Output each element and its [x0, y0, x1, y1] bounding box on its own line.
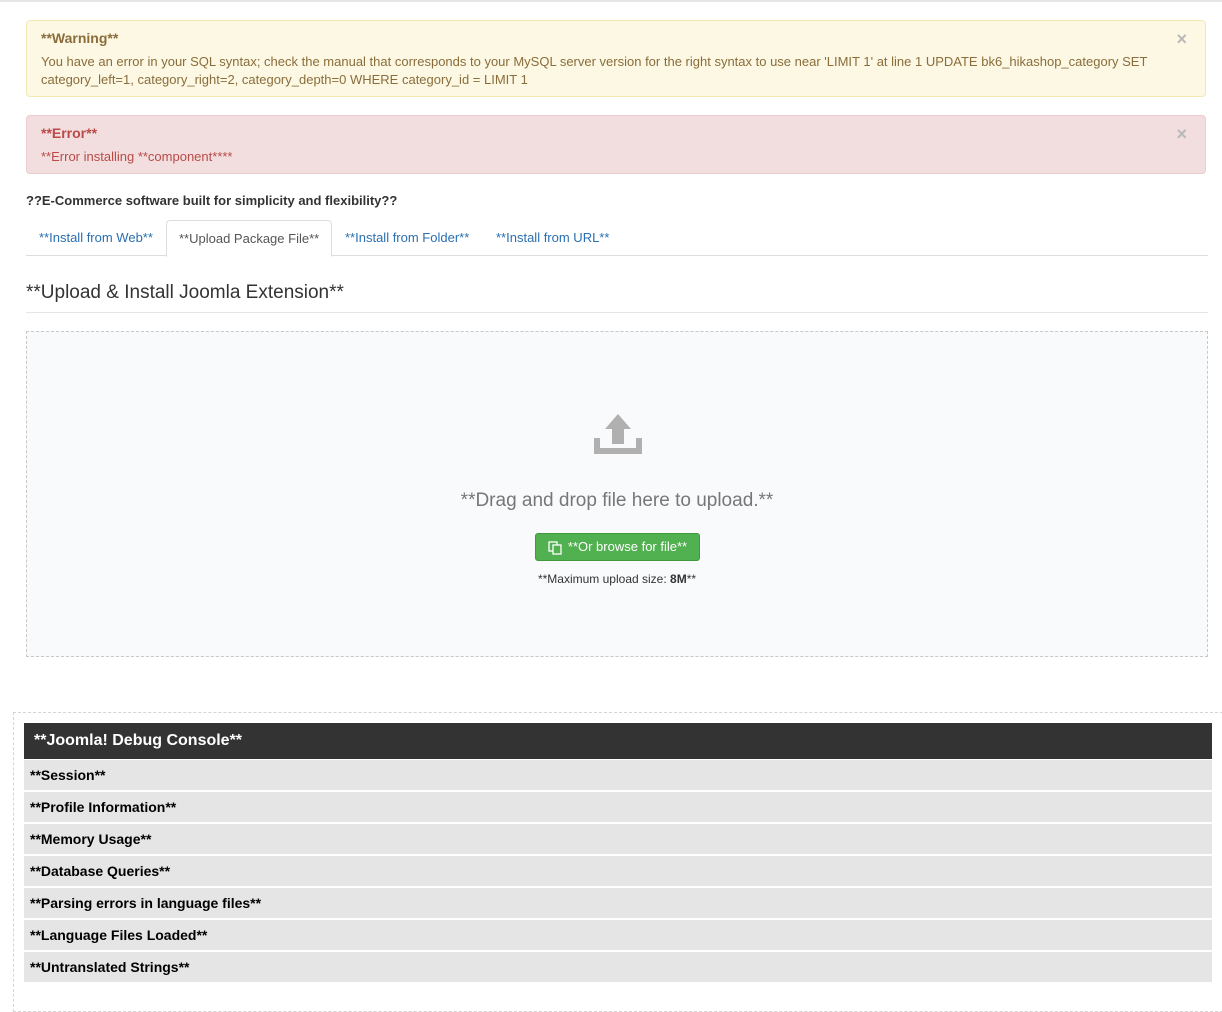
debug-item-parsing-errors[interactable]: **Parsing errors in language files** [24, 888, 1212, 918]
upload-icon [594, 414, 642, 454]
debug-item-language-files[interactable]: **Language Files Loaded** [24, 920, 1212, 950]
copy-icon [548, 540, 562, 555]
tab-install-from-web[interactable]: **Install from Web** [27, 220, 165, 256]
debug-item-profile-information[interactable]: **Profile Information** [24, 792, 1212, 822]
max-size-label: **Maximum upload size: [537, 572, 671, 586]
error-message: **Error installing **component**** [41, 149, 233, 164]
extension-tagline: ??E-Commerce software built for simplici… [26, 193, 398, 208]
install-tabs: **Install from Web** **Upload Package Fi… [26, 220, 1208, 257]
close-icon[interactable]: × [1176, 30, 1187, 48]
warning-heading: **Warning** [41, 30, 119, 46]
upload-section-title: **Upload & Install Joomla Extension** [26, 282, 344, 303]
max-size-suffix: ** [686, 572, 697, 586]
upload-dropzone[interactable]: **Drag and drop file here to upload.** *… [26, 331, 1208, 657]
error-heading: **Error** [41, 125, 98, 141]
debug-item-database-queries[interactable]: **Database Queries** [24, 856, 1212, 886]
max-upload-size: **Maximum upload size: 8M** [27, 572, 1207, 586]
close-icon[interactable]: × [1176, 125, 1187, 143]
debug-console-title: **Joomla! Debug Console** [24, 723, 1212, 759]
browse-button-label: **Or browse for file** [567, 539, 688, 554]
warning-message: You have an error in your SQL syntax; ch… [41, 54, 1148, 87]
browse-file-button[interactable]: **Or browse for file** [535, 533, 700, 561]
max-size-value: 8M [670, 572, 687, 586]
warning-alert: **Warning** You have an error in your SQ… [26, 20, 1206, 97]
error-alert: **Error** **Error installing **component… [26, 115, 1206, 174]
top-border [0, 0, 1222, 2]
drop-instructions: **Drag and drop file here to upload.** [460, 490, 774, 511]
debug-item-untranslated-strings[interactable]: **Untranslated Strings** [24, 952, 1212, 982]
tab-install-from-folder[interactable]: **Install from Folder** [333, 220, 481, 256]
section-divider [26, 312, 1208, 313]
tab-install-from-url[interactable]: **Install from URL** [484, 220, 621, 256]
debug-item-memory-usage[interactable]: **Memory Usage** [24, 824, 1212, 854]
tab-upload-package-file[interactable]: **Upload Package File** [166, 220, 333, 257]
debug-item-session[interactable]: **Session** [24, 760, 1212, 790]
